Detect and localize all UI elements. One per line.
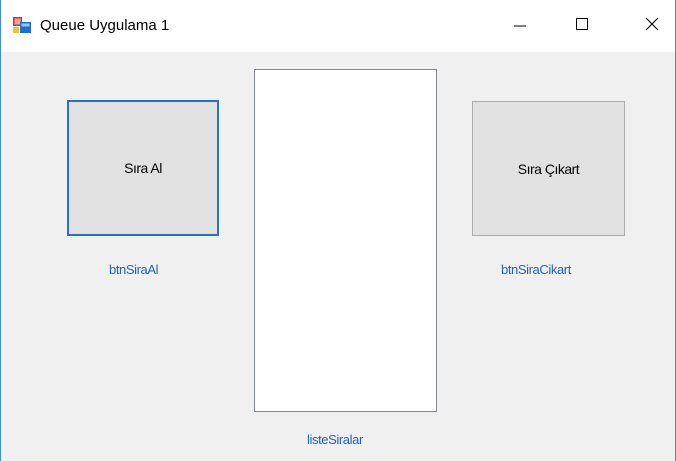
close-button[interactable]: [629, 0, 675, 52]
sira-cikart-button-label: Sıra Çıkart: [517, 160, 580, 177]
form-client-area: Sıra Al Sıra Çıkart btnSiraAl btnSiraCik…: [1, 52, 675, 461]
window-title: Queue Uygulama 1: [40, 17, 170, 34]
liste-siralar-name-label: listeSiralar: [307, 432, 363, 447]
maximize-button[interactable]: [559, 0, 605, 52]
app-icon[interactable]: [13, 17, 31, 33]
minimize-button[interactable]: [497, 0, 543, 52]
sira-cikart-button[interactable]: Sıra Çıkart: [472, 101, 625, 236]
liste-siralar-listbox[interactable]: [254, 69, 437, 412]
btn-sira-cikart-name-label: btnSiraCikart: [501, 262, 571, 277]
btn-sira-al-name-label: btnSiraAl: [109, 262, 159, 277]
maximize-icon: [574, 16, 590, 37]
title-bar[interactable]: Queue Uygulama 1: [1, 0, 675, 52]
minimize-icon: [512, 16, 528, 37]
app-window: Queue Uygulama 1 Sıra Al Sıra Çıkart btn…: [0, 0, 676, 461]
close-icon: [644, 16, 660, 37]
sira-al-button[interactable]: Sıra Al: [67, 100, 219, 236]
sira-al-button-label: Sıra Al: [124, 160, 162, 176]
